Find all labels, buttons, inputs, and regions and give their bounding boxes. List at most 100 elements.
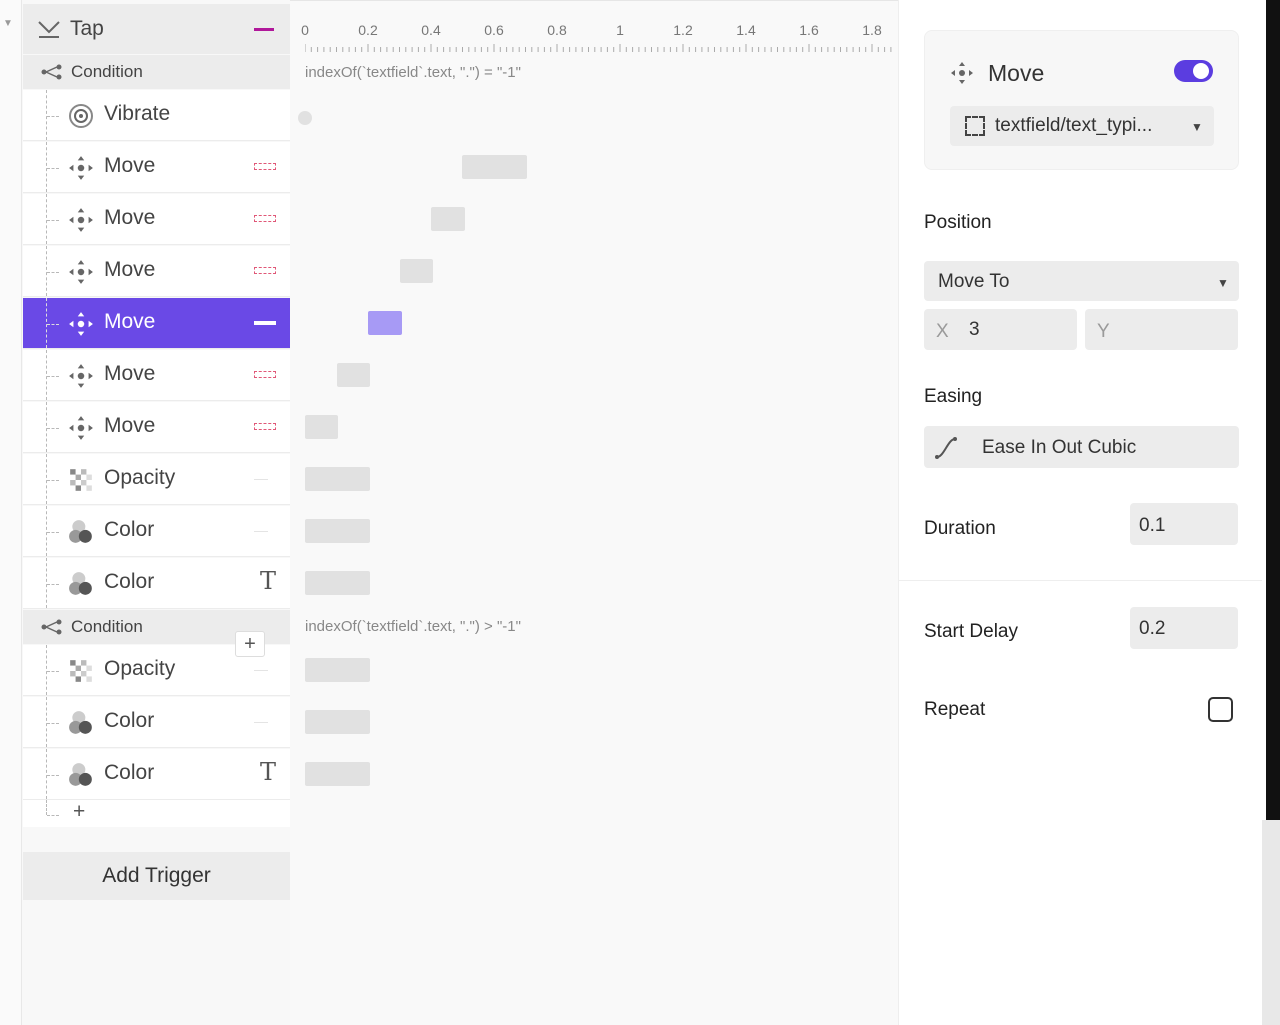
text-type-icon: T [259, 567, 276, 595]
timeline-item-row[interactable]: Move [23, 194, 290, 245]
item-label: Move [104, 258, 156, 281]
timeline-item-row[interactable]: Move [23, 402, 290, 453]
tree-line [47, 584, 59, 585]
tree-line [46, 298, 47, 348]
toggle-knob [1193, 63, 1209, 79]
opacity-icon [68, 658, 94, 684]
timeline-item-row[interactable]: Opacity [23, 454, 290, 505]
timeline-bar[interactable] [368, 311, 402, 335]
condition-row[interactable]: Condition [23, 55, 290, 89]
tree-line [47, 376, 59, 377]
tree-line [46, 194, 47, 244]
timeline-tick-label: 0.6 [484, 22, 504, 38]
timeline-bar[interactable] [305, 519, 370, 543]
tree-line [47, 723, 59, 724]
timeline-event-dot[interactable] [298, 111, 312, 125]
tree-line [47, 480, 59, 481]
repeat-label: Repeat [924, 699, 986, 720]
move-icon [68, 259, 94, 285]
move-icon [68, 207, 94, 233]
item-label: Vibrate [104, 102, 171, 125]
color-icon [68, 710, 94, 736]
x-value: 3 [969, 319, 980, 340]
tree-line [47, 272, 59, 273]
timeline-item-row[interactable]: Vibrate [23, 90, 290, 141]
item-label: Move [104, 362, 156, 385]
timeline-tick-label: 1.6 [799, 22, 819, 38]
timeline-panel [290, 0, 898, 1025]
condition-row[interactable]: Condition + [23, 610, 290, 657]
faint-mark [254, 479, 268, 480]
trigger-color-mark [254, 28, 274, 31]
timeline-bar[interactable] [305, 467, 370, 491]
move-color-mark [254, 267, 276, 274]
position-label: Position [924, 212, 992, 233]
timeline-bar[interactable] [305, 658, 370, 682]
timeline-bar[interactable] [305, 571, 370, 595]
move-icon [68, 311, 94, 337]
move-icon [951, 62, 973, 84]
opacity-icon [68, 467, 94, 493]
item-label: Move [104, 206, 156, 229]
tree-line [47, 116, 59, 117]
tree-line [46, 749, 47, 799]
timeline-bar[interactable] [305, 710, 370, 734]
tree-line [46, 350, 47, 400]
tree-line [46, 558, 47, 608]
add-to-condition-button[interactable]: + [235, 631, 265, 657]
tree-line [46, 506, 47, 556]
add-trigger-button[interactable]: Add Trigger [23, 852, 290, 900]
item-label: Color [104, 761, 155, 784]
trigger-row-tap[interactable]: Tap [23, 4, 290, 54]
faint-mark [254, 722, 268, 723]
color-icon [68, 762, 94, 788]
collapse-arrow-icon[interactable]: ▼ [3, 18, 13, 29]
timeline-item-row[interactable]: Move [23, 350, 290, 401]
timeline-bar[interactable] [400, 259, 433, 283]
condition-label: Condition [71, 617, 143, 636]
timeline-bar[interactable] [337, 363, 370, 387]
move-color-mark [254, 423, 276, 430]
tree-line [47, 168, 59, 169]
add-item-button[interactable]: + [73, 800, 85, 824]
tree-line [47, 671, 59, 672]
tree-line [46, 402, 47, 452]
layer-frame-icon [965, 116, 985, 136]
move-icon [68, 155, 94, 181]
timeline-item-row[interactable]: Color T [23, 749, 290, 800]
move-color-mark [254, 321, 276, 325]
timeline-tick-label: 1.8 [862, 22, 882, 38]
tree-line [47, 815, 59, 816]
timeline-item-row[interactable]: Color T [23, 558, 290, 609]
item-label: Move [104, 414, 156, 437]
item-label: Opacity [104, 466, 176, 489]
timeline-tick-label: 1 [616, 22, 624, 38]
timeline-item-row[interactable]: Color [23, 697, 290, 748]
action-card [924, 30, 1239, 170]
tree-line [46, 246, 47, 296]
timeline-item-row[interactable]: Move [23, 246, 290, 297]
timeline-bar[interactable] [431, 207, 465, 231]
move-color-mark [254, 163, 276, 170]
timeline-item-row[interactable]: Move [23, 298, 290, 349]
timeline-item-row[interactable]: Color [23, 506, 290, 557]
timeline-bar[interactable] [305, 415, 338, 439]
left-gutter [0, 0, 22, 1025]
tree-line [47, 220, 59, 221]
y-label: Y [1097, 321, 1110, 342]
tree-line [47, 428, 59, 429]
repeat-checkbox[interactable] [1208, 697, 1233, 722]
add-item-row: + [23, 800, 290, 827]
timeline-item-row[interactable]: Move [23, 142, 290, 193]
scrollbar[interactable] [1262, 820, 1280, 1025]
timeline-tick-label: 0.8 [547, 22, 567, 38]
timeline-bar[interactable] [305, 762, 370, 786]
start-delay-value: 0.2 [1139, 618, 1166, 639]
timeline-bar[interactable] [462, 155, 527, 179]
text-type-icon: T [259, 758, 276, 786]
tree-line [47, 775, 59, 776]
item-label: Color [104, 518, 155, 541]
tree-line [47, 532, 59, 533]
timeline-tick-label: 0 [301, 22, 309, 38]
timeline-ruler[interactable] [305, 44, 893, 52]
